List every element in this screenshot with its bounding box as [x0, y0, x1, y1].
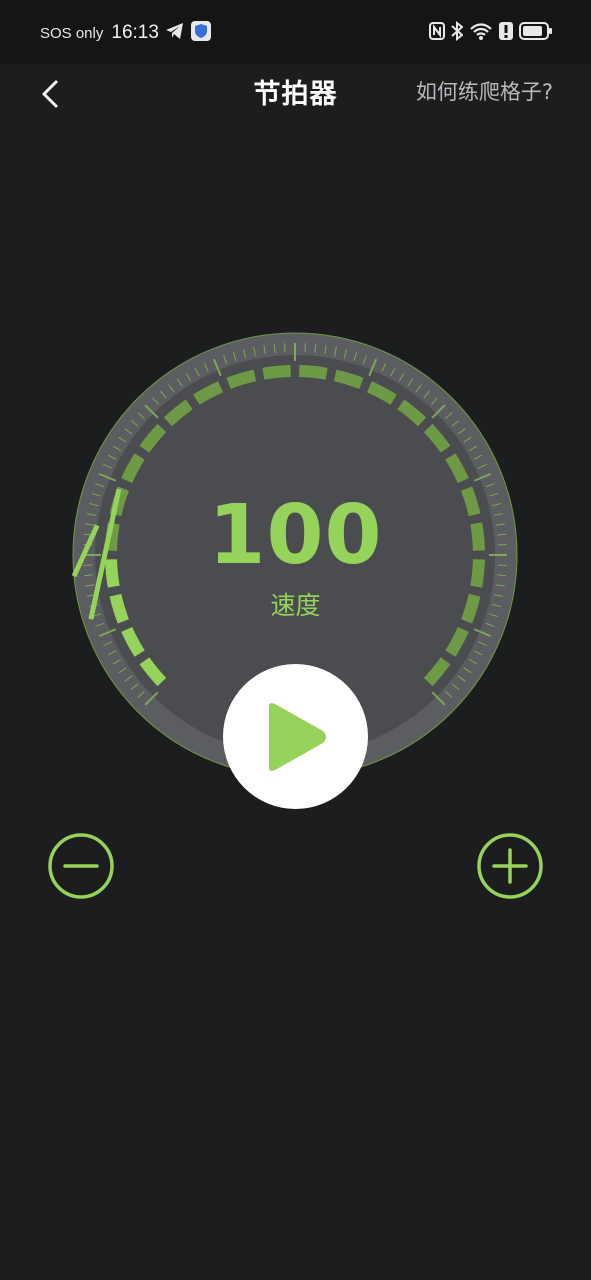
play-icon: [268, 702, 326, 771]
tempo-segment: [333, 369, 364, 390]
minus-circle-icon: [48, 833, 114, 899]
help-link[interactable]: 如何练爬格子?: [416, 76, 553, 106]
plus-circle-icon: [477, 833, 543, 899]
wifi-icon: [469, 21, 493, 45]
play-button[interactable]: [223, 664, 368, 809]
decrease-tempo-button[interactable]: [47, 832, 115, 900]
clock-text: 16:13: [111, 22, 159, 43]
carrier-text: SOS only: [40, 24, 104, 42]
status-bar-left: SOS only 16:13: [40, 20, 211, 46]
chevron-left-icon: [42, 80, 58, 108]
bluetooth-icon: [451, 20, 464, 45]
nfc-icon: [429, 22, 445, 44]
bpm-label: 速度: [270, 591, 321, 620]
tempo-segment: [299, 365, 328, 380]
telegram-icon: [165, 22, 185, 44]
battery-icon: [519, 22, 553, 44]
tempo-segment: [262, 365, 291, 380]
tempo-segment: [226, 369, 257, 390]
back-button[interactable]: [30, 74, 70, 114]
status-bar: SOS only 16:13: [0, 0, 591, 64]
status-bar-right: [429, 20, 553, 46]
bpm-value: 100: [208, 488, 383, 583]
increase-tempo-button[interactable]: [476, 832, 544, 900]
shield-icon: [190, 21, 211, 45]
app-bar: 节拍器 如何练爬格子?: [0, 64, 591, 120]
alert-icon: [499, 22, 513, 44]
